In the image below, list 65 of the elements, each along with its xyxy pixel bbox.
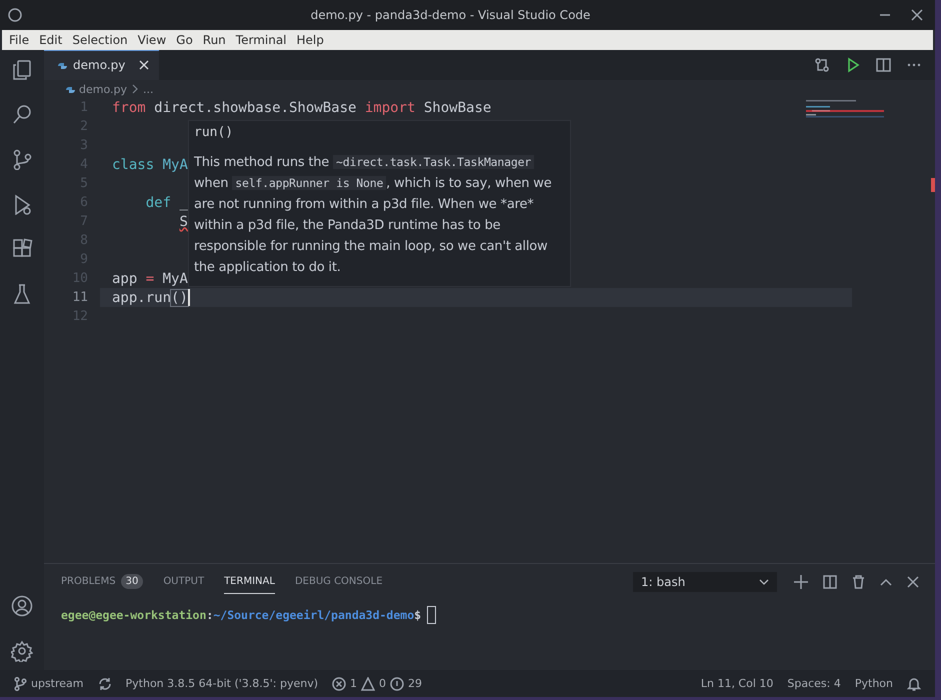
problems-status[interactable]: 1 0 29 — [332, 676, 422, 690]
panel-tab[interactable]: DEBUG CONSOLE — [294, 570, 383, 594]
sync-icon[interactable] — [98, 676, 112, 690]
signature: run() — [194, 125, 234, 142]
code-line: app.run() — [112, 290, 188, 306]
chevron-up-icon[interactable] — [880, 578, 892, 586]
menu-item[interactable]: Edit — [34, 33, 68, 47]
window-title: demo.py - panda3d-demo - Visual Studio Code — [310, 8, 592, 22]
chevron-icon — [131, 84, 139, 94]
branch-icon — [14, 676, 27, 690]
panel-tab[interactable]: OUTPUT — [163, 570, 204, 594]
blocks-icon[interactable] — [11, 238, 33, 260]
plus-icon[interactable] — [794, 575, 808, 589]
menu-item[interactable]: File — [4, 33, 34, 47]
cursor-position[interactable]: Ln 11, Col 10 — [700, 677, 774, 690]
compare-icon[interactable] — [814, 57, 830, 73]
breadcrumb-item[interactable]: ... — [143, 82, 154, 96]
indentation-status[interactable]: Spaces: 4 — [787, 677, 841, 690]
close-icon[interactable] — [139, 60, 150, 70]
warning-icon — [361, 676, 376, 690]
menu-item[interactable]: Selection — [67, 33, 133, 47]
menu-item[interactable]: View — [132, 33, 172, 47]
info-icon — [390, 676, 404, 690]
terminal-prompt: egee@egee-workstation:~/Source/egeeirl/panda3d-demo$ — [61, 608, 422, 622]
menu-item[interactable]: Go — [171, 33, 198, 47]
split-terminal-icon[interactable] — [823, 575, 837, 589]
flask-icon[interactable] — [11, 283, 33, 305]
menu-item[interactable]: Help — [292, 33, 329, 47]
files-icon[interactable] — [11, 58, 33, 80]
chevron-down-icon — [759, 578, 769, 586]
panel-tab[interactable]: PROBLEMS 30 — [61, 570, 144, 594]
code-line: def _ — [144, 194, 188, 210]
code-line: app = MyA — [112, 270, 188, 286]
branch-icon[interactable] — [11, 148, 33, 170]
branch-status[interactable]: upstream — [14, 676, 84, 690]
more-icon[interactable] — [907, 61, 921, 69]
close-icon[interactable] — [911, 9, 923, 21]
breadcrumb-item[interactable]: demo.py — [79, 82, 127, 96]
line-number: 11 — [71, 290, 88, 305]
panel-tab[interactable]: TERMINAL — [224, 570, 275, 594]
menu-item[interactable]: Terminal — [230, 33, 292, 47]
trash-icon[interactable] — [852, 575, 865, 589]
close-icon[interactable] — [907, 576, 919, 588]
split-editor-icon[interactable] — [876, 57, 891, 73]
language-mode[interactable]: Python — [854, 677, 893, 690]
count-badge: 30 — [120, 574, 144, 589]
settings-icon[interactable] — [11, 640, 33, 662]
code-line: class MyA — [112, 156, 188, 172]
terminal-cursor — [427, 606, 436, 624]
menu-item[interactable]: Run — [198, 33, 231, 47]
search-icon[interactable] — [11, 103, 33, 125]
tab-label[interactable]: demo.py — [73, 58, 134, 72]
run-icon[interactable] — [846, 57, 860, 73]
code-line: from direct.showbase.ShowBase import ShowBase — [112, 100, 492, 116]
error-icon — [332, 676, 346, 690]
text-cursor — [188, 289, 190, 306]
circle-icon[interactable] — [8, 8, 22, 22]
code-line: S — [178, 214, 188, 230]
documentation-text: This method runs the ~direct.task.Task.TaskManager when self.appRunner is None , which is to say, when we are not running from within a p3d file. When we *are* within a p3d file, the Panda3D runtime has to be responsible for running the main loop, so we can't allow the application to do it. — [194, 154, 553, 277]
terminal-dropdown[interactable]: 1: bash — [633, 572, 777, 592]
interpreter-status[interactable]: Python 3.8.5 64-bit ('3.8.5': pyenv) — [126, 677, 318, 690]
scrollbar-error-mark — [931, 178, 935, 192]
editor-tab[interactable]: demo.py — [44, 50, 160, 80]
bell-icon[interactable] — [907, 676, 921, 690]
account-icon[interactable] — [11, 595, 33, 617]
